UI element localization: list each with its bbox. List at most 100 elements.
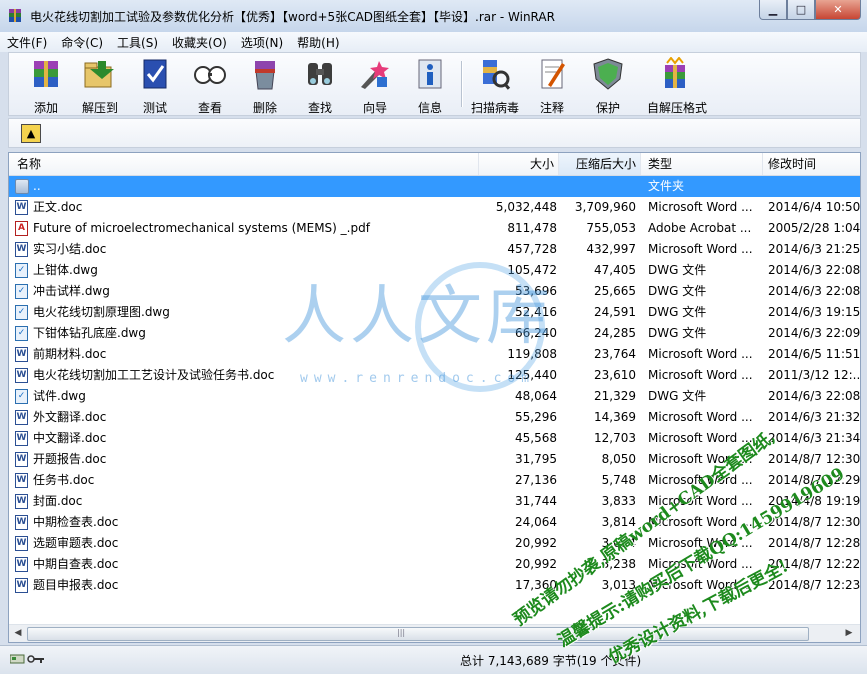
menu-tools[interactable]: 工具(S) — [110, 34, 165, 51]
file-name: 中期检查表.doc — [33, 515, 119, 529]
file-row[interactable]: W 中期检查表.doc 24,064 3,814 Microsoft Word ... 2… — [9, 512, 860, 533]
file-name: 正文.doc — [33, 200, 83, 214]
menu-commands[interactable]: 命令(C) — [54, 34, 110, 51]
test-button[interactable]: 测试 — [130, 55, 180, 115]
file-modified: 2014/8/7 12:30 — [768, 452, 860, 466]
file-row[interactable]: W 正文.doc 5,032,448 3,709,960 Microsoft Word … — [9, 197, 860, 218]
file-row[interactable]: W 中期自查表.doc 20,992 3,238 Microsoft Word ... 2… — [9, 554, 860, 575]
delete-button[interactable]: 删除 — [240, 55, 290, 115]
comment-button[interactable]: 注释 — [527, 55, 577, 115]
folder-icon — [15, 179, 29, 194]
test-icon — [143, 59, 167, 89]
sfx-icon — [665, 56, 685, 88]
file-size: 17,360 — [515, 578, 557, 592]
menu-file[interactable]: 文件(F) — [0, 34, 54, 51]
word-doc-icon: W — [15, 452, 28, 467]
file-size: 125,440 — [507, 368, 557, 382]
file-row[interactable]: ✓ 电火花线切割原理图.dwg 52,416 24,591 DWG 文件 2014/6/3… — [9, 302, 860, 323]
scroll-right-icon[interactable]: ▶ — [842, 627, 856, 640]
info-button[interactable]: 信息 — [405, 55, 455, 115]
view-button[interactable]: 查看 — [185, 55, 235, 115]
horizontal-scrollbar[interactable]: ◀ ||| ▶ — [9, 624, 860, 642]
up-folder-button[interactable]: ▲ — [21, 124, 41, 143]
pdf-file-icon: A — [15, 221, 28, 236]
file-modified: 2011/3/12 12:... — [768, 368, 860, 382]
file-modified: 2014/6/5 11:51 — [768, 347, 860, 361]
file-type: DWG 文件 — [648, 389, 707, 403]
scrollbar-grip-icon: ||| — [397, 628, 406, 637]
toolbar: 添加 解压到 测试 查看 删除 查找 向导 信息 扫描病毒 注释 保护 自解压格… — [8, 52, 861, 116]
column-size[interactable]: 大小 — [479, 153, 559, 175]
column-name[interactable]: 名称 — [9, 153, 479, 175]
menu-bar: 文件(F) 命令(C) 工具(S) 收藏夹(O) 选项(N) 帮助(H) — [0, 32, 867, 52]
file-row[interactable]: ✓ 上钳体.dwg 105,472 47,405 DWG 文件 2014/6/3 22:0… — [9, 260, 860, 281]
file-modified: 2014/6/4 10:50 — [768, 200, 860, 214]
winrar-app-icon[interactable] — [7, 8, 23, 24]
wizard-icon — [361, 61, 389, 89]
scroll-left-icon[interactable]: ◀ — [11, 627, 25, 640]
file-size: 55,296 — [515, 410, 557, 424]
file-row[interactable]: W 开题报告.doc 31,795 8,050 Microsoft Word ... 20… — [9, 449, 860, 470]
wizard-button[interactable]: 向导 — [350, 55, 400, 115]
file-size: 105,472 — [507, 263, 557, 277]
column-packed-size[interactable]: 压缩后大小 — [559, 153, 641, 175]
file-row[interactable]: A Future of microelectromechanical system… — [9, 218, 860, 239]
minimize-button[interactable]: ▁ — [759, 0, 787, 20]
file-row[interactable]: ✓ 试件.dwg 48,064 21,329 DWG 文件 2014/6/3 22:08 — [9, 386, 860, 407]
file-name: 上钳体.dwg — [33, 263, 98, 277]
file-row[interactable]: ✓ 下钳体钻孔底座.dwg 66,240 24,285 DWG 文件 2014/6/3 2… — [9, 323, 860, 344]
file-type: Microsoft Word ... — [648, 200, 753, 214]
parent-folder-row[interactable]: .. 文件夹 — [9, 176, 860, 197]
file-packed-size: 3,814 — [601, 515, 636, 529]
word-doc-icon: W — [15, 410, 28, 425]
file-name: 任务书.doc — [33, 473, 95, 487]
word-doc-icon: W — [15, 473, 28, 488]
file-packed-size: 8,050 — [601, 452, 636, 466]
file-row[interactable]: W 外文翻译.doc 55,296 14,369 Microsoft Word ... 2… — [9, 407, 860, 428]
close-button[interactable]: ✕ — [815, 0, 861, 20]
file-name: Future of microelectromechanical systems… — [33, 221, 370, 235]
find-label: 查找 — [307, 101, 332, 115]
dwg-file-icon: ✓ — [15, 263, 28, 278]
file-modified: 2014/6/3 19:15 — [768, 305, 860, 319]
column-header: 名称 大小 压缩后大小 类型 修改时间 — [9, 153, 860, 176]
file-row[interactable]: W 前期材料.doc 119,808 23,764 Microsoft Word ...… — [9, 344, 860, 365]
file-row[interactable]: W 封面.doc 31,744 3,833 Microsoft Word ... 2014… — [9, 491, 860, 512]
file-type: Microsoft Word ... — [648, 347, 753, 361]
protect-button[interactable]: 保护 — [583, 55, 633, 115]
menu-options[interactable]: 选项(N) — [234, 34, 290, 51]
file-size: 53,696 — [515, 284, 557, 298]
extract-to-button[interactable]: 解压到 — [75, 55, 125, 115]
file-packed-size: 47,405 — [594, 263, 636, 277]
column-modified[interactable]: 修改时间 — [763, 153, 860, 175]
view-icon — [194, 66, 226, 84]
scrollbar-thumb[interactable] — [27, 627, 809, 641]
file-row[interactable]: W 任务书.doc 27,136 5,748 Microsoft Word ... 201… — [9, 470, 860, 491]
column-type[interactable]: 类型 — [641, 153, 763, 175]
find-button[interactable]: 查找 — [295, 55, 345, 115]
file-modified: 2014/6/3 21:25 — [768, 242, 860, 256]
file-row[interactable]: W 选题审题表.doc 20,992 3,624 Microsoft Word ... 2… — [9, 533, 860, 554]
file-row[interactable]: W 实习小结.doc 457,728 432,997 Microsoft Word ..… — [9, 239, 860, 260]
file-name: 选题审题表.doc — [33, 536, 119, 550]
file-size: 31,744 — [515, 494, 557, 508]
menu-favorites[interactable]: 收藏夹(O) — [165, 34, 234, 51]
file-modified: 2014/8/7 12:30 — [768, 515, 860, 529]
title-bar: 电火花线切割加工试验及参数优化分析【优秀】【word+5张CAD图纸全套】【毕设… — [0, 0, 867, 33]
file-row[interactable]: W 题目申报表.doc 17,360 3,013 Microsoft Word ... 2… — [9, 575, 860, 596]
file-name: .. — [33, 179, 41, 193]
add-button[interactable]: 添加 — [21, 55, 71, 115]
drive-key-icon — [10, 654, 44, 664]
virus-scan-icon — [483, 60, 511, 90]
file-row[interactable]: W 电火花线切割加工工艺设计及试验任务书.doc 125,440 23,610 Micr… — [9, 365, 860, 386]
maximize-button[interactable]: □ — [787, 0, 815, 20]
virus-scan-button[interactable]: 扫描病毒 — [470, 55, 520, 115]
file-size: 48,064 — [515, 389, 557, 403]
word-doc-icon: W — [15, 368, 28, 383]
sfx-button[interactable]: 自解压格式 — [647, 55, 707, 115]
file-row[interactable]: W 中文翻译.doc 45,568 12,703 Microsoft Word ... 2… — [9, 428, 860, 449]
file-row[interactable]: ✓ 冲击试样.dwg 53,696 25,665 DWG 文件 2014/6/3 22:0… — [9, 281, 860, 302]
file-type: Microsoft Word ... — [648, 368, 753, 382]
menu-help[interactable]: 帮助(H) — [290, 34, 346, 51]
word-doc-icon: W — [15, 578, 28, 593]
